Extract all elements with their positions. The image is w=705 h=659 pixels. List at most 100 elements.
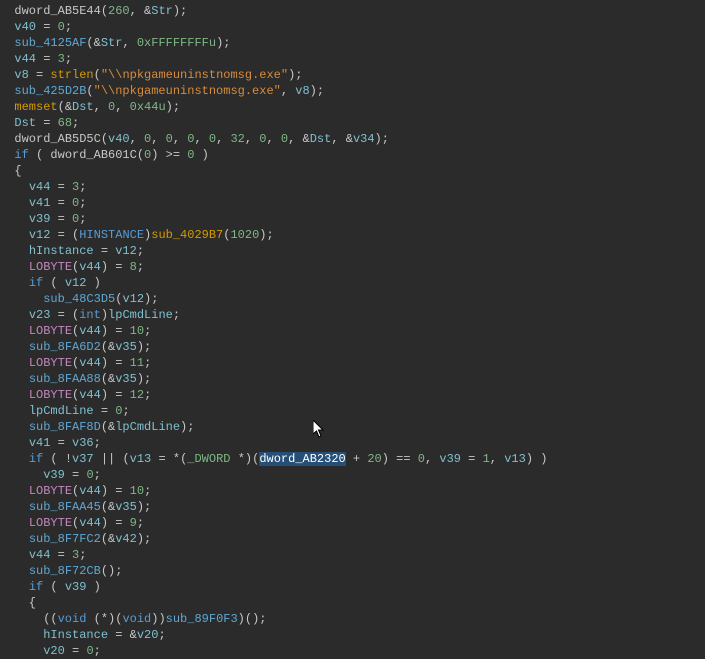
var-v20[interactable]: v20: [137, 628, 159, 642]
kw-if: if: [29, 580, 43, 594]
call-sub_4125AF[interactable]: sub_4125AF: [14, 36, 86, 50]
num: 11: [130, 356, 144, 370]
kw-if: if: [14, 148, 28, 162]
var-v39[interactable]: v39: [43, 468, 65, 482]
call-sub_8FAA88[interactable]: sub_8FAA88: [29, 372, 101, 386]
var-Str[interactable]: Str: [151, 4, 173, 18]
call-sub_8FAA45[interactable]: sub_8FAA45: [29, 500, 101, 514]
call-sub_8F72CB[interactable]: sub_8F72CB: [29, 564, 101, 578]
macro-LOBYTE[interactable]: LOBYTE: [29, 260, 72, 274]
num: 68: [58, 116, 72, 130]
var-hInstance[interactable]: hInstance: [29, 244, 94, 258]
var-v44[interactable]: v44: [79, 324, 101, 338]
var-Dst[interactable]: Dst: [72, 100, 94, 114]
var-Dst[interactable]: Dst: [14, 116, 36, 130]
var-v40[interactable]: v40: [14, 20, 36, 34]
type-HINSTANCE: HINSTANCE: [79, 228, 144, 242]
num: 3: [58, 52, 65, 66]
var-v12[interactable]: v12: [122, 292, 144, 306]
var-v44[interactable]: v44: [79, 388, 101, 402]
num: 260: [108, 4, 130, 18]
var-v12[interactable]: v12: [65, 276, 87, 290]
num: 0: [418, 452, 425, 466]
num: 0: [166, 132, 173, 146]
var-v44[interactable]: v44: [79, 484, 101, 498]
num: 0: [58, 20, 65, 34]
var-v42[interactable]: v42: [115, 532, 137, 546]
num: 0: [108, 100, 115, 114]
num: 0: [144, 148, 151, 162]
num: 0: [209, 132, 216, 146]
num: 0: [115, 404, 122, 418]
var-v35[interactable]: v35: [115, 500, 137, 514]
macro-LOBYTE[interactable]: LOBYTE: [29, 484, 72, 498]
var-v23[interactable]: v23: [29, 308, 51, 322]
var-v44[interactable]: v44: [29, 548, 51, 562]
call-sub_8FA6D2[interactable]: sub_8FA6D2: [29, 340, 101, 354]
var-v34[interactable]: v34: [353, 132, 375, 146]
var-v36[interactable]: v36: [72, 436, 94, 450]
sym-dword-AB5E44[interactable]: dword_AB5E44: [14, 4, 100, 18]
num: 0: [281, 132, 288, 146]
macro-LOBYTE[interactable]: LOBYTE: [29, 324, 72, 338]
var-v40[interactable]: v40: [108, 132, 130, 146]
num: 0: [86, 468, 93, 482]
var-v12[interactable]: v12: [29, 228, 51, 242]
num: 10: [130, 484, 144, 498]
var-v44[interactable]: v44: [29, 180, 51, 194]
var-v35[interactable]: v35: [115, 340, 137, 354]
call-sub_8FAF8D[interactable]: sub_8FAF8D: [29, 420, 101, 434]
call-sub_425D2B[interactable]: sub_425D2B: [14, 84, 86, 98]
var-v13[interactable]: v13: [130, 452, 152, 466]
num: 0: [72, 196, 79, 210]
macro-LOBYTE[interactable]: LOBYTE: [29, 356, 72, 370]
var-v44[interactable]: v44: [14, 52, 36, 66]
sym-dword-AB601C[interactable]: dword_AB601C: [50, 148, 136, 162]
var-v8[interactable]: v8: [295, 84, 309, 98]
var-v8[interactable]: v8: [14, 68, 28, 82]
call-sub_4029B7[interactable]: sub_4029B7: [151, 228, 223, 242]
var-lpCmdLine[interactable]: lpCmdLine: [115, 420, 180, 434]
var-v35[interactable]: v35: [115, 372, 137, 386]
num: 10: [130, 324, 144, 338]
call-strlen[interactable]: strlen: [50, 68, 93, 82]
string-literal: "\\npkgameuninstnomsg.exe": [94, 84, 281, 98]
num: 32: [230, 132, 244, 146]
sym-dword-AB2320[interactable]: dword_AB2320: [259, 452, 345, 466]
type-void: void: [58, 612, 87, 626]
var-v44[interactable]: v44: [79, 516, 101, 530]
var-v44[interactable]: v44: [79, 260, 101, 274]
var-v20[interactable]: v20: [43, 644, 65, 658]
var-v13[interactable]: v13: [504, 452, 526, 466]
call-sub_89F0F3[interactable]: sub_89F0F3: [166, 612, 238, 626]
var-v44[interactable]: v44: [79, 356, 101, 370]
num: 1020: [230, 228, 259, 242]
var-Dst[interactable]: Dst: [310, 132, 332, 146]
var-v39[interactable]: v39: [29, 212, 51, 226]
num: 1: [483, 452, 490, 466]
num: 0: [72, 212, 79, 226]
var-v41[interactable]: v41: [29, 196, 51, 210]
var-v39[interactable]: v39: [439, 452, 461, 466]
var-v12[interactable]: v12: [115, 244, 137, 258]
var-Str[interactable]: Str: [101, 36, 123, 50]
var-lpCmdLine[interactable]: lpCmdLine: [29, 404, 94, 418]
type-int: int: [79, 308, 101, 322]
var-hInstance[interactable]: hInstance: [43, 628, 108, 642]
var-v41[interactable]: v41: [29, 436, 51, 450]
var-v39[interactable]: v39: [65, 580, 87, 594]
call-sub_48C3D5[interactable]: sub_48C3D5: [43, 292, 115, 306]
num: 0xFFFFFFFFu: [137, 36, 216, 50]
sym-dword-AB5D5C[interactable]: dword_AB5D5C: [14, 132, 100, 146]
decompiled-code[interactable]: dword_AB5E44(260, &Str); v40 = 0; sub_41…: [0, 0, 705, 659]
macro-LOBYTE[interactable]: LOBYTE: [29, 516, 72, 530]
var-lpCmdLine[interactable]: lpCmdLine: [108, 308, 173, 322]
num: 3: [72, 180, 79, 194]
call-sub_8F7FC2[interactable]: sub_8F7FC2: [29, 532, 101, 546]
num: 0: [187, 132, 194, 146]
var-v37[interactable]: v37: [72, 452, 94, 466]
num: 3: [72, 548, 79, 562]
call-memset[interactable]: memset: [14, 100, 57, 114]
num: 0: [86, 644, 93, 658]
macro-LOBYTE[interactable]: LOBYTE: [29, 388, 72, 402]
